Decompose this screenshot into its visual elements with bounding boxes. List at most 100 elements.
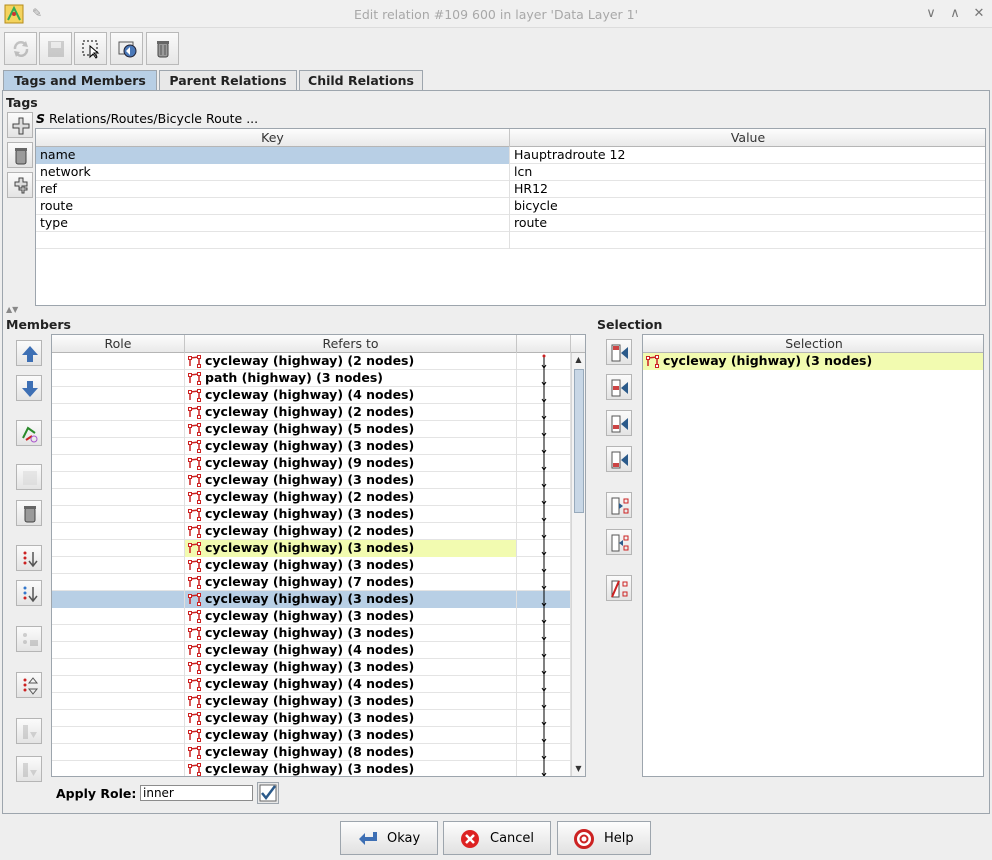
member-refers-to[interactable]: cycleway (highway) (7 nodes) bbox=[185, 574, 517, 591]
tag-key[interactable]: route bbox=[36, 198, 510, 215]
column-value[interactable]: Value bbox=[510, 129, 985, 147]
tag-value[interactable]: bicycle bbox=[510, 198, 985, 215]
select-from-members-button[interactable] bbox=[606, 529, 632, 555]
select-in-members-button[interactable] bbox=[606, 492, 632, 518]
member-role[interactable] bbox=[52, 438, 185, 455]
member-refers-to[interactable]: cycleway (highway) (3 nodes) bbox=[185, 557, 517, 574]
tag-key[interactable]: type bbox=[36, 215, 510, 232]
member-row[interactable]: cycleway (highway) (4 nodes) bbox=[52, 387, 585, 404]
column-linkage[interactable] bbox=[517, 335, 571, 353]
member-refers-to[interactable]: cycleway (highway) (4 nodes) bbox=[185, 676, 517, 693]
tag-key[interactable]: network bbox=[36, 164, 510, 181]
column-key[interactable]: Key bbox=[36, 129, 510, 147]
sort-members-button[interactable] bbox=[16, 545, 42, 571]
member-role[interactable] bbox=[52, 404, 185, 421]
member-row[interactable]: cycleway (highway) (3 nodes) bbox=[52, 438, 585, 455]
tag-key[interactable]: ref bbox=[36, 181, 510, 198]
member-role[interactable] bbox=[52, 387, 185, 404]
move-down-button[interactable] bbox=[16, 375, 42, 401]
tag-row-empty[interactable] bbox=[36, 232, 985, 249]
member-row[interactable]: cycleway (highway) (3 nodes) bbox=[52, 557, 585, 574]
member-row[interactable]: cycleway (highway) (3 nodes) bbox=[52, 591, 585, 608]
member-row[interactable]: cycleway (highway) (3 nodes) bbox=[52, 540, 585, 557]
apply-role-button[interactable] bbox=[257, 782, 279, 804]
member-row[interactable]: cycleway (highway) (9 nodes) bbox=[52, 455, 585, 472]
cancel-button[interactable]: Cancel bbox=[443, 821, 551, 855]
download-incomplete-button[interactable] bbox=[16, 718, 42, 744]
scroll-down-button[interactable]: ▼ bbox=[572, 762, 585, 776]
member-role[interactable] bbox=[52, 506, 185, 523]
tag-value[interactable]: HR12 bbox=[510, 181, 985, 198]
help-button[interactable]: Help bbox=[557, 821, 651, 855]
tag-row[interactable]: route bicycle bbox=[36, 198, 985, 215]
member-row[interactable]: cycleway (highway) (3 nodes) bbox=[52, 761, 585, 776]
member-role[interactable] bbox=[52, 693, 185, 710]
member-refers-to[interactable]: cycleway (highway) (3 nodes) bbox=[185, 659, 517, 676]
member-role[interactable] bbox=[52, 761, 185, 776]
member-row[interactable]: cycleway (highway) (3 nodes) bbox=[52, 727, 585, 744]
member-role[interactable] bbox=[52, 472, 185, 489]
member-role[interactable] bbox=[52, 489, 185, 506]
tag-value[interactable]: route bbox=[510, 215, 985, 232]
member-role[interactable] bbox=[52, 744, 185, 761]
refresh-button[interactable] bbox=[4, 32, 37, 65]
delete-member-button[interactable] bbox=[16, 500, 42, 526]
remove-selected-button[interactable] bbox=[606, 575, 632, 601]
member-role[interactable] bbox=[52, 608, 185, 625]
tag-row[interactable]: network lcn bbox=[36, 164, 985, 181]
member-refers-to[interactable]: cycleway (highway) (9 nodes) bbox=[185, 455, 517, 472]
member-row[interactable]: cycleway (highway) (4 nodes) bbox=[52, 676, 585, 693]
member-refers-to[interactable]: cycleway (highway) (2 nodes) bbox=[185, 404, 517, 421]
member-refers-to[interactable]: cycleway (highway) (2 nodes) bbox=[185, 353, 517, 370]
member-role[interactable] bbox=[52, 591, 185, 608]
tag-key[interactable]: name bbox=[36, 147, 510, 164]
tag-row[interactable]: ref HR12 bbox=[36, 181, 985, 198]
member-role[interactable] bbox=[52, 557, 185, 574]
member-refers-to[interactable]: cycleway (highway) (3 nodes) bbox=[185, 608, 517, 625]
scroll-up-button[interactable]: ▲ bbox=[572, 353, 585, 367]
maximize-button[interactable]: ∧ bbox=[946, 5, 964, 23]
add-at-end-button[interactable] bbox=[606, 446, 632, 472]
okay-button[interactable]: Okay bbox=[340, 821, 438, 855]
member-refers-to[interactable]: path (highway) (3 nodes) bbox=[185, 370, 517, 387]
add-at-start-button[interactable] bbox=[606, 339, 632, 365]
member-role[interactable] bbox=[52, 710, 185, 727]
sort-below-button[interactable] bbox=[16, 580, 42, 606]
member-row[interactable]: cycleway (highway) (5 nodes) bbox=[52, 421, 585, 438]
preset-link[interactable]: S Relations/Routes/Bicycle Route ... bbox=[36, 111, 258, 127]
member-row[interactable]: cycleway (highway) (2 nodes) bbox=[52, 404, 585, 421]
member-refers-to[interactable]: cycleway (highway) (5 nodes) bbox=[185, 421, 517, 438]
add-tag-button[interactable] bbox=[7, 112, 33, 138]
member-refers-to[interactable]: cycleway (highway) (3 nodes) bbox=[185, 710, 517, 727]
member-role[interactable] bbox=[52, 353, 185, 370]
member-row[interactable]: cycleway (highway) (7 nodes) bbox=[52, 574, 585, 591]
member-refers-to[interactable]: cycleway (highway) (3 nodes) bbox=[185, 761, 517, 776]
selection-item[interactable]: cycleway (highway) (3 nodes) bbox=[643, 353, 983, 370]
member-row[interactable]: cycleway (highway) (3 nodes) bbox=[52, 710, 585, 727]
member-row[interactable]: cycleway (highway) (3 nodes) bbox=[52, 625, 585, 642]
tag-value[interactable] bbox=[510, 232, 985, 249]
tag-key[interactable] bbox=[36, 232, 510, 249]
member-refers-to[interactable]: cycleway (highway) (4 nodes) bbox=[185, 387, 517, 404]
member-refers-to[interactable]: cycleway (highway) (2 nodes) bbox=[185, 489, 517, 506]
member-refers-to[interactable]: cycleway (highway) (3 nodes) bbox=[185, 506, 517, 523]
member-row[interactable]: cycleway (highway) (2 nodes) bbox=[52, 489, 585, 506]
column-refers-to[interactable]: Refers to bbox=[185, 335, 517, 353]
minimize-button[interactable]: ∨ bbox=[922, 5, 940, 23]
member-role[interactable] bbox=[52, 727, 185, 744]
member-row[interactable]: path (highway) (3 nodes) bbox=[52, 370, 585, 387]
member-refers-to[interactable]: cycleway (highway) (4 nodes) bbox=[185, 642, 517, 659]
save-button[interactable] bbox=[39, 32, 72, 65]
tag-row[interactable]: type route bbox=[36, 215, 985, 232]
paste-tags-button[interactable] bbox=[7, 172, 33, 198]
remove-member-button[interactable] bbox=[16, 464, 42, 490]
member-row[interactable]: cycleway (highway) (4 nodes) bbox=[52, 642, 585, 659]
member-role[interactable] bbox=[52, 659, 185, 676]
member-role[interactable] bbox=[52, 540, 185, 557]
member-row[interactable]: cycleway (highway) (3 nodes) bbox=[52, 506, 585, 523]
member-refers-to[interactable]: cycleway (highway) (2 nodes) bbox=[185, 523, 517, 540]
member-refers-to[interactable]: cycleway (highway) (3 nodes) bbox=[185, 540, 517, 557]
member-row[interactable]: cycleway (highway) (3 nodes) bbox=[52, 659, 585, 676]
column-selection[interactable]: Selection bbox=[643, 335, 983, 353]
close-button[interactable]: ✕ bbox=[970, 5, 988, 23]
